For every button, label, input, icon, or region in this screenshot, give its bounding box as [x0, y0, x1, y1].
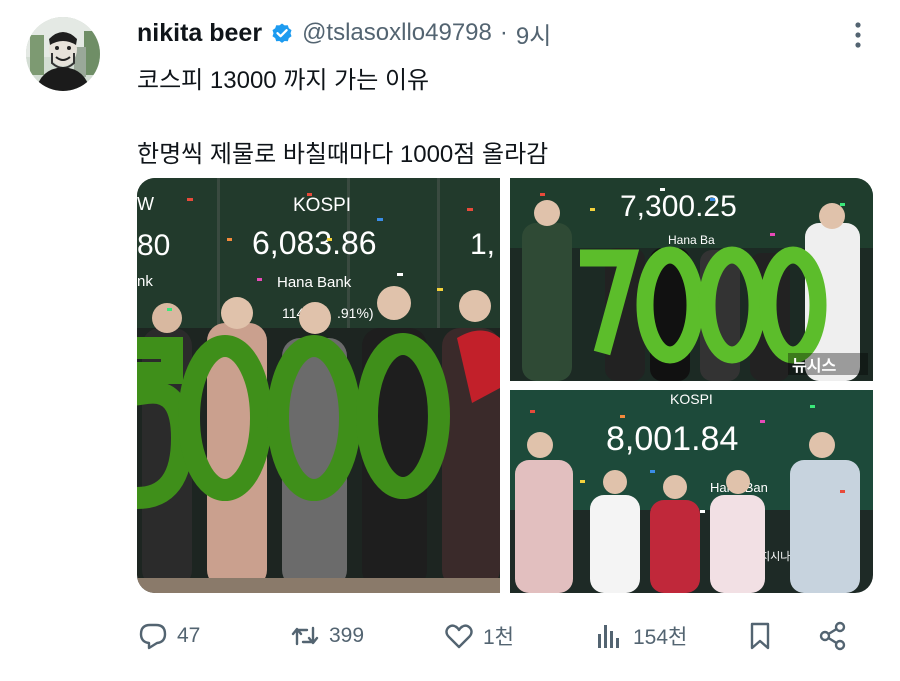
like-button[interactable]: 1천	[443, 612, 514, 660]
photo-kospi-6000: W 80 nk KOSPI 6,083.86 Hana Bank 114. .9…	[137, 178, 500, 593]
bookmark-button[interactable]	[744, 612, 776, 660]
repost-count: 399	[329, 624, 365, 647]
media-image-2[interactable]: 7,300.25 Hana Ba 뉴시스	[510, 178, 873, 381]
verified-badge-icon	[272, 23, 292, 43]
share-icon	[819, 621, 846, 651]
post-text-line-1: 코스피 13000 까지 가는 이유	[137, 67, 430, 94]
bank-name: Hana Bank	[277, 274, 352, 291]
share-button[interactable]	[817, 612, 849, 660]
bank-name: Hana Ba	[668, 233, 715, 247]
photo-kospi-8000: KOSPI 8,001.84 Hana Ban 매수 지시나...	[510, 390, 873, 593]
board-right-number: 1,	[470, 228, 495, 261]
post-timestamp[interactable]: 9시	[516, 16, 551, 51]
more-options-icon[interactable]	[852, 20, 864, 50]
action-bar: 47 399 1천 154천	[137, 612, 867, 660]
repost-icon	[291, 626, 319, 646]
board-left-bank: nk	[137, 273, 153, 290]
views-button[interactable]: 154천	[593, 612, 687, 660]
board-left-number: 80	[137, 229, 170, 262]
post-header: nikita beer @tslasoxllo49798 · 9시	[137, 16, 551, 50]
index-value: 8,001.84	[606, 420, 738, 458]
separator-dot: ·	[499, 19, 508, 46]
reply-button[interactable]: 47	[137, 612, 200, 660]
post-text-line-2: 한명씩 제물로 바칠때마다 1000점 올라감	[137, 141, 549, 168]
media-image-3[interactable]: KOSPI 8,001.84 Hana Ban 매수 지시나...	[510, 390, 873, 593]
watermark-text: 뉴시스	[792, 356, 836, 375]
index-value: 6,083.86	[252, 225, 377, 261]
like-count: 1천	[483, 626, 514, 649]
reply-icon	[139, 623, 167, 650]
author-handle[interactable]: @tslasoxllo49798	[302, 19, 492, 47]
bookmark-icon	[750, 622, 770, 650]
media-grid: W 80 nk KOSPI 6,083.86 Hana Bank 114. .9…	[137, 178, 873, 593]
reply-count: 47	[177, 624, 201, 647]
index-name: KOSPI	[670, 391, 713, 407]
heart-icon	[445, 624, 473, 649]
board-left-letter: W	[137, 194, 154, 214]
index-value: 7,300.25	[620, 190, 737, 223]
views-bar-chart-icon	[598, 625, 619, 648]
author-avatar[interactable]	[26, 17, 100, 91]
avatar-image	[26, 17, 100, 91]
repost-button[interactable]: 399	[289, 612, 364, 660]
photo-kospi-7000: 7,300.25 Hana Ba 뉴시스	[510, 178, 873, 381]
media-image-1[interactable]: W 80 nk KOSPI 6,083.86 Hana Bank 114. .9…	[137, 178, 500, 593]
index-name: KOSPI	[293, 195, 351, 216]
author-name[interactable]: nikita beer	[137, 19, 262, 48]
views-count: 154천	[633, 626, 688, 649]
index-change-pct: .91%)	[337, 305, 374, 321]
